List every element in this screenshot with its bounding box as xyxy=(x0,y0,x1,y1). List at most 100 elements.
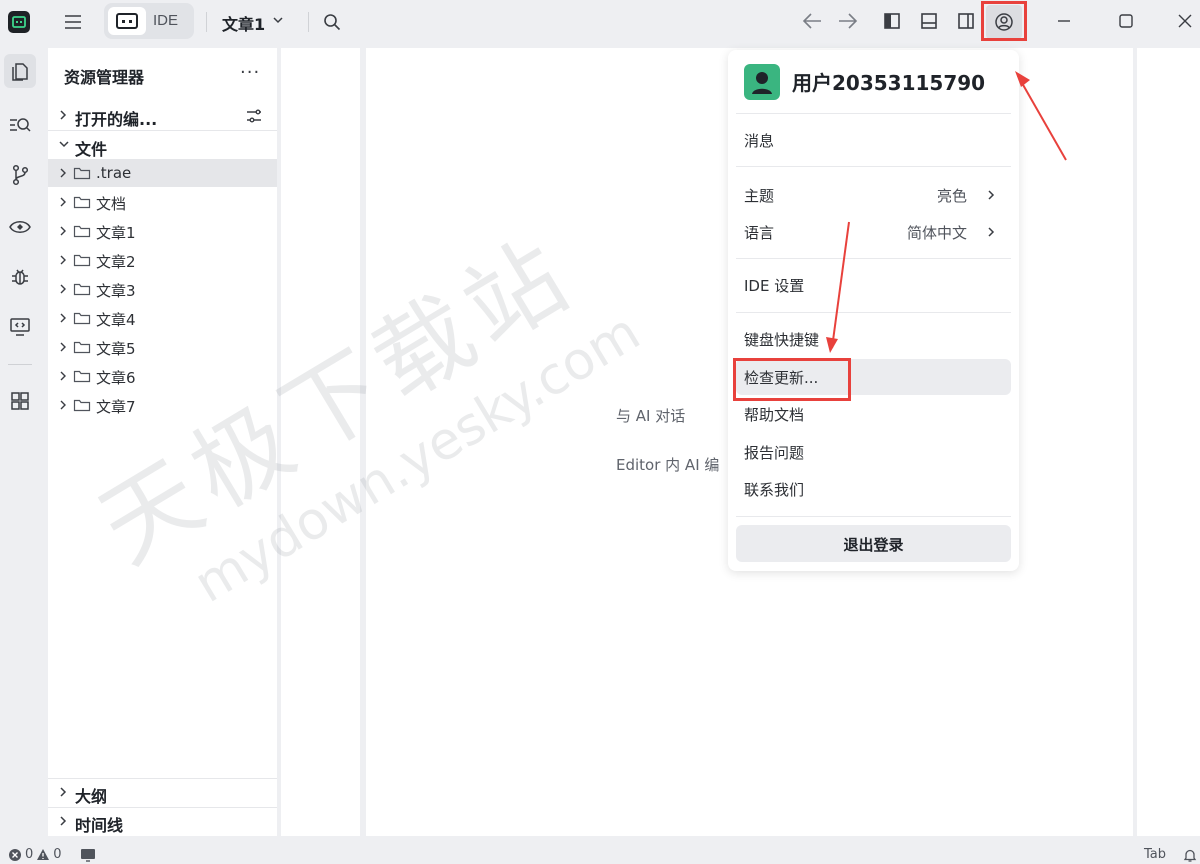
editor-ai-hint: Editor 内 AI 编 xyxy=(616,456,720,474)
outline-label: 大纲 xyxy=(75,787,108,806)
menu-divider xyxy=(736,312,1011,313)
menu-item-ide-settings[interactable]: IDE 设置 xyxy=(736,267,1011,303)
menu-item-label: 语言 xyxy=(744,224,775,242)
timeline-section[interactable]: 时间线 xyxy=(48,807,277,836)
ide-mode-toggle[interactable]: IDE xyxy=(104,3,194,39)
back-arrow-icon[interactable] xyxy=(802,12,822,30)
menu-item-language[interactable]: 语言 简体中文 xyxy=(736,214,1011,250)
chevron-right-icon xyxy=(60,110,67,120)
avatar xyxy=(744,64,780,100)
chevron-right-icon xyxy=(60,284,66,294)
menu-divider xyxy=(736,166,1011,167)
forward-arrow-icon[interactable] xyxy=(838,12,858,30)
source-control-icon[interactable] xyxy=(4,158,36,192)
tree-item-folder[interactable]: 文章1 xyxy=(48,217,277,245)
open-editors-label: 打开的编... xyxy=(75,110,158,129)
tree-item-folder[interactable]: 文章6 xyxy=(48,362,277,390)
more-actions-icon[interactable]: ··· xyxy=(240,62,260,83)
close-icon[interactable] xyxy=(1176,12,1194,30)
menu-item-messages[interactable]: 消息 xyxy=(736,122,1011,158)
preview-eye-icon[interactable] xyxy=(4,210,36,244)
ide-mode-label: IDE xyxy=(153,12,179,29)
folder-icon xyxy=(73,312,91,325)
debug-icon[interactable] xyxy=(4,260,36,294)
tree-item-trae[interactable]: .trae xyxy=(48,159,277,187)
tree-item-folder[interactable]: 文档 xyxy=(48,188,277,216)
bell-icon[interactable] xyxy=(1183,848,1197,862)
menu-item-label: 报告问题 xyxy=(744,444,805,462)
maximize-icon[interactable] xyxy=(1117,12,1135,30)
menu-item-contact-us[interactable]: 联系我们 xyxy=(736,471,1011,507)
tree-item-folder[interactable]: 文章2 xyxy=(48,246,277,274)
chevron-right-icon xyxy=(60,400,66,410)
toggle-left-panel-icon[interactable] xyxy=(882,11,902,31)
chevron-right-icon xyxy=(60,371,66,381)
divider xyxy=(8,364,32,365)
theme-value: 亮色 xyxy=(936,187,967,205)
explorer-panel: 资源管理器 ··· 打开的编... 文件 .trae 文档 文章1 文章2 文章… xyxy=(48,48,277,836)
warning-icon xyxy=(37,849,50,860)
tree-item-folder[interactable]: 文章5 xyxy=(48,333,277,361)
chevron-right-icon xyxy=(988,190,995,200)
tree-item-folder[interactable]: 文章4 xyxy=(48,304,277,332)
chevron-right-icon xyxy=(988,227,995,237)
tree-item-label: 文章5 xyxy=(96,340,136,358)
chevron-right-icon xyxy=(60,226,66,236)
minimize-icon[interactable] xyxy=(1055,12,1073,30)
menu-divider xyxy=(736,113,1011,114)
open-editors-section[interactable]: 打开的编... xyxy=(48,102,277,131)
folder-icon xyxy=(73,283,91,296)
divider xyxy=(206,12,207,32)
chevron-right-icon xyxy=(60,313,66,323)
project-name[interactable]: 文章1 xyxy=(222,11,265,35)
editor-group-left xyxy=(281,48,360,836)
remote-status-icon xyxy=(80,848,95,862)
menu-icon[interactable] xyxy=(60,10,86,34)
folder-icon xyxy=(73,341,91,354)
problems-indicator[interactable]: 0 0 xyxy=(8,847,97,862)
user-icon xyxy=(752,72,772,94)
warning-count: 0 xyxy=(53,847,62,862)
annotation-box xyxy=(733,358,851,401)
files-section[interactable]: 文件 xyxy=(48,132,277,160)
outline-section[interactable]: 大纲 xyxy=(48,778,277,807)
tree-item-label: 文档 xyxy=(96,195,127,213)
menu-item-help-docs[interactable]: 帮助文档 xyxy=(736,396,1011,432)
user-name: 用户20353115790 xyxy=(792,71,986,95)
tree-item-folder[interactable]: 文章3 xyxy=(48,275,277,303)
folder-icon xyxy=(73,196,91,209)
logout-button[interactable]: 退出登录 xyxy=(736,525,1011,562)
tree-item-folder[interactable]: 文章7 xyxy=(48,391,277,419)
app-logo-icon xyxy=(8,11,30,33)
menu-item-shortcuts[interactable]: 键盘快捷键 xyxy=(736,321,1011,357)
filter-settings-icon[interactable] xyxy=(245,107,263,125)
remote-explorer-icon[interactable] xyxy=(4,310,36,344)
tree-item-label: 文章3 xyxy=(96,282,136,300)
search-icon[interactable] xyxy=(320,10,344,34)
tree-item-label: 文章4 xyxy=(96,311,136,329)
editor-group-right xyxy=(1137,48,1200,836)
tree-item-label: .trae xyxy=(96,164,132,182)
timeline-label: 时间线 xyxy=(75,816,124,835)
search-files-icon[interactable] xyxy=(4,108,36,142)
menu-item-label: 联系我们 xyxy=(744,481,805,499)
activity-bar xyxy=(0,44,40,844)
folder-icon xyxy=(73,399,91,412)
toggle-bottom-panel-icon[interactable] xyxy=(919,11,939,31)
menu-item-label: IDE 设置 xyxy=(744,277,805,295)
ide-logo-icon xyxy=(108,7,146,35)
chevron-right-icon xyxy=(60,342,66,352)
explorer-icon[interactable] xyxy=(4,54,36,88)
chevron-right-icon xyxy=(60,197,66,207)
menu-item-theme[interactable]: 主题 亮色 xyxy=(736,177,1011,213)
toggle-right-panel-icon[interactable] xyxy=(956,11,976,31)
menu-item-report-issue[interactable]: 报告问题 xyxy=(736,434,1011,470)
chevron-right-icon xyxy=(60,168,66,178)
tab-indicator[interactable]: Tab xyxy=(1144,847,1166,862)
extensions-icon[interactable] xyxy=(4,384,36,418)
error-icon xyxy=(9,848,21,861)
menu-divider xyxy=(736,258,1011,259)
chevron-down-icon xyxy=(59,141,69,148)
folder-icon xyxy=(73,370,91,383)
chevron-down-icon[interactable] xyxy=(272,15,284,25)
